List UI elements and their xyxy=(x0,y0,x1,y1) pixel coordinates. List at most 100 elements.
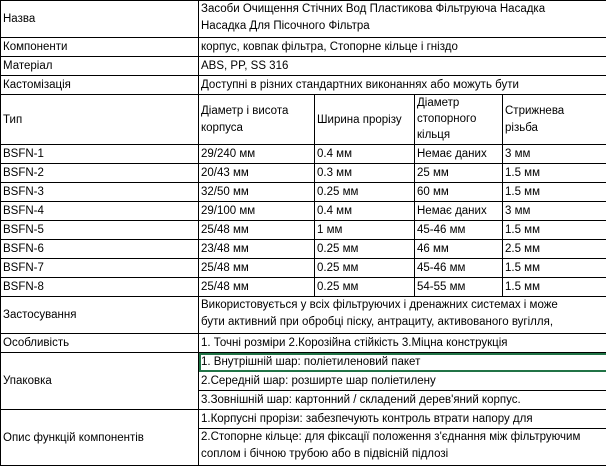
type-header: Тип xyxy=(3,114,22,126)
ring-header-line-1: Діаметр xyxy=(417,95,500,111)
components-value-cell[interactable]: корпус, ковпак фільтра, Стопорне кільце … xyxy=(199,38,606,57)
table-row: BSFN-7 25/48 мм 0.25 мм 45-46 мм 1.5 мм xyxy=(1,259,606,278)
thread-cell[interactable]: 1.5 мм xyxy=(503,259,606,278)
slot-cell[interactable]: 0.4 мм xyxy=(315,145,415,164)
type-cell[interactable]: BSFN-7 xyxy=(1,259,199,278)
diameter-header-line-1: Діаметр і висота xyxy=(201,103,312,120)
thread-cell[interactable]: 3 мм xyxy=(503,202,606,221)
diameter-cell[interactable]: 25/48 мм xyxy=(199,221,315,240)
diameter-cell[interactable]: 29/240 мм xyxy=(199,145,315,164)
customization-value: Доступні в різних стандартних виконаннях… xyxy=(201,79,519,91)
functions-line-1: 1.Корпусні прорізи: забезпечують контрол… xyxy=(201,413,533,425)
slot-cell[interactable]: 0.3 мм xyxy=(315,164,415,183)
thread-header-cell[interactable]: Стрижнева різьба xyxy=(503,95,606,145)
material-value-cell[interactable]: ABS, PP, SS 316 xyxy=(199,57,606,76)
type-cell[interactable]: BSFN-1 xyxy=(1,145,199,164)
slot-cell[interactable]: 0.25 мм xyxy=(315,259,415,278)
components-label-cell[interactable]: Компоненти xyxy=(1,38,199,57)
customization-value-cell[interactable]: Доступні в різних стандартних виконаннях… xyxy=(199,76,606,95)
thread-cell[interactable]: 1.5 мм xyxy=(503,278,606,297)
feature-label-cell[interactable]: Особливість xyxy=(1,334,199,353)
application-value-line-2: бути активний при обробці піску, антраци… xyxy=(201,314,605,331)
slot-cell[interactable]: 1 мм xyxy=(315,221,415,240)
type-cell[interactable]: BSFN-8 xyxy=(1,278,199,297)
application-value-cell[interactable]: Використовується у всіх фільтруючих і др… xyxy=(199,297,606,334)
packaging-line-1: 1. Внутрішній шар: поліетиленовий пакет xyxy=(201,356,420,368)
ring-cell[interactable]: 45-46 мм xyxy=(415,259,503,278)
slot-cell[interactable]: 0.25 мм xyxy=(315,183,415,202)
functions-line-1-cell[interactable]: 1.Корпусні прорізи: забезпечують контрол… xyxy=(199,410,606,429)
thread-cell[interactable]: 2.5 мм xyxy=(503,240,606,259)
functions-label: Опис функцій компонентів xyxy=(3,432,144,444)
ring-cell[interactable]: 46 мм xyxy=(415,240,503,259)
name-value-line-1: Засоби Очищення Стічних Вод Пластикова Ф… xyxy=(201,1,605,18)
material-value: ABS, PP, SS 316 xyxy=(201,60,288,72)
diameter-cell[interactable]: 25/48 мм xyxy=(199,278,315,297)
packaging-line-1-cell[interactable]: 1. Внутрішній шар: поліетиленовий пакет xyxy=(199,353,606,372)
table-row: BSFN-5 25/48 мм 1 мм 45-46 мм 1.5 мм xyxy=(1,221,606,240)
diameter-header-cell[interactable]: Діаметр і висота корпусa xyxy=(199,95,315,145)
ring-header-line-2: стопорного xyxy=(417,111,500,127)
application-label-cell[interactable]: Застосування xyxy=(1,297,199,334)
type-cell[interactable]: BSFN-5 xyxy=(1,221,199,240)
table-row: BSFN-6 23/48 мм 0.25 мм 46 мм 2.5 мм xyxy=(1,240,606,259)
feature-label: Особливість xyxy=(3,337,69,349)
name-label: Назва xyxy=(3,13,35,25)
components-value: корпус, ковпак фільтра, Стопорне кільце … xyxy=(201,41,458,53)
material-label: Матеріал xyxy=(3,60,52,72)
ring-cell[interactable]: Немає даних xyxy=(415,145,503,164)
ring-header-cell[interactable]: Діаметр стопорного кільця xyxy=(415,95,503,145)
type-header-cell[interactable]: Тип xyxy=(1,95,199,145)
table-row: BSFN-4 29/100 мм 0.4 мм Немає даних 3 мм xyxy=(1,202,606,221)
packaging-line-2: 2.Середній шар: розширте шар поліетилену xyxy=(201,375,436,387)
type-cell[interactable]: BSFN-4 xyxy=(1,202,199,221)
components-label: Компоненти xyxy=(3,41,67,53)
ring-header-line-3: кільця xyxy=(417,127,500,143)
packaging-line-3: 3.Зовнішній шар: картонний / складений д… xyxy=(201,394,521,406)
thread-header-line-2: різьба xyxy=(505,120,605,137)
functions-line-2b: соплом і бічною трубою або в підвісній п… xyxy=(201,446,605,463)
table-row: BSFN-2 20/43 мм 0.3 мм 25 мм 1.5 мм xyxy=(1,164,606,183)
diameter-cell[interactable]: 25/48 мм xyxy=(199,259,315,278)
slot-cell[interactable]: 0.25 мм xyxy=(315,240,415,259)
slot-cell[interactable]: 0.25 мм xyxy=(315,278,415,297)
thread-cell[interactable]: 3 мм xyxy=(503,145,606,164)
ring-cell[interactable]: Немає даних xyxy=(415,202,503,221)
diameter-cell[interactable]: 32/50 мм xyxy=(199,183,315,202)
type-cell[interactable]: BSFN-2 xyxy=(1,164,199,183)
ring-cell[interactable]: 45-46 мм xyxy=(415,221,503,240)
functions-line-2-cell[interactable]: 2.Стопорне кільце: для фіксації положенн… xyxy=(199,429,606,466)
application-label: Застосування xyxy=(3,309,76,321)
ring-cell[interactable]: 54-55 мм xyxy=(415,278,503,297)
packaging-line-3-cell[interactable]: 3.Зовнішній шар: картонний / складений д… xyxy=(199,391,606,410)
functions-line-2a: 2.Стопорне кільце: для фіксації положенн… xyxy=(201,429,605,446)
feature-value-cell[interactable]: 1. Точні розміри 2.Корозійна стійкість 3… xyxy=(199,334,606,353)
packaging-label-cell[interactable]: Упаковка xyxy=(1,353,199,410)
material-label-cell[interactable]: Матеріал xyxy=(1,57,199,76)
packaging-label: Упаковка xyxy=(3,375,52,387)
thread-cell[interactable]: 1.5 мм xyxy=(503,183,606,202)
name-value-cell[interactable]: Засоби Очищення Стічних Вод Пластикова Ф… xyxy=(199,1,606,38)
customization-label-cell[interactable]: Кастомізація xyxy=(1,76,199,95)
slot-header-cell[interactable]: Ширина прорізу xyxy=(315,95,415,145)
customization-label: Кастомізація xyxy=(3,79,71,91)
ring-cell[interactable]: 25 мм xyxy=(415,164,503,183)
type-cell[interactable]: BSFN-6 xyxy=(1,240,199,259)
diameter-cell[interactable]: 23/48 мм xyxy=(199,240,315,259)
ring-cell[interactable]: 60 мм xyxy=(415,183,503,202)
thread-cell[interactable]: 1.5 мм xyxy=(503,164,606,183)
packaging-line-2-cell[interactable]: 2.Середній шар: розширте шар поліетилену xyxy=(199,372,606,391)
feature-value: 1. Точні розміри 2.Корозійна стійкість 3… xyxy=(201,337,507,349)
diameter-header-line-2: корпусa xyxy=(201,120,312,137)
application-value-line-1: Використовується у всіх фільтруючих і др… xyxy=(201,297,605,314)
functions-label-cell[interactable]: Опис функцій компонентів xyxy=(1,410,199,466)
diameter-cell[interactable]: 20/43 мм xyxy=(199,164,315,183)
table-row: BSFN-3 32/50 мм 0.25 мм 60 мм 1.5 мм xyxy=(1,183,606,202)
slot-cell[interactable]: 0.4 мм xyxy=(315,202,415,221)
type-cell[interactable]: BSFN-3 xyxy=(1,183,199,202)
name-label-cell[interactable]: Назва xyxy=(1,1,199,38)
diameter-cell[interactable]: 29/100 мм xyxy=(199,202,315,221)
thread-cell[interactable]: 1.5 мм xyxy=(503,221,606,240)
name-value-line-2: Насадка Для Пісочного Фільтра xyxy=(201,18,605,35)
thread-header-line-1: Стрижнева xyxy=(505,103,605,120)
